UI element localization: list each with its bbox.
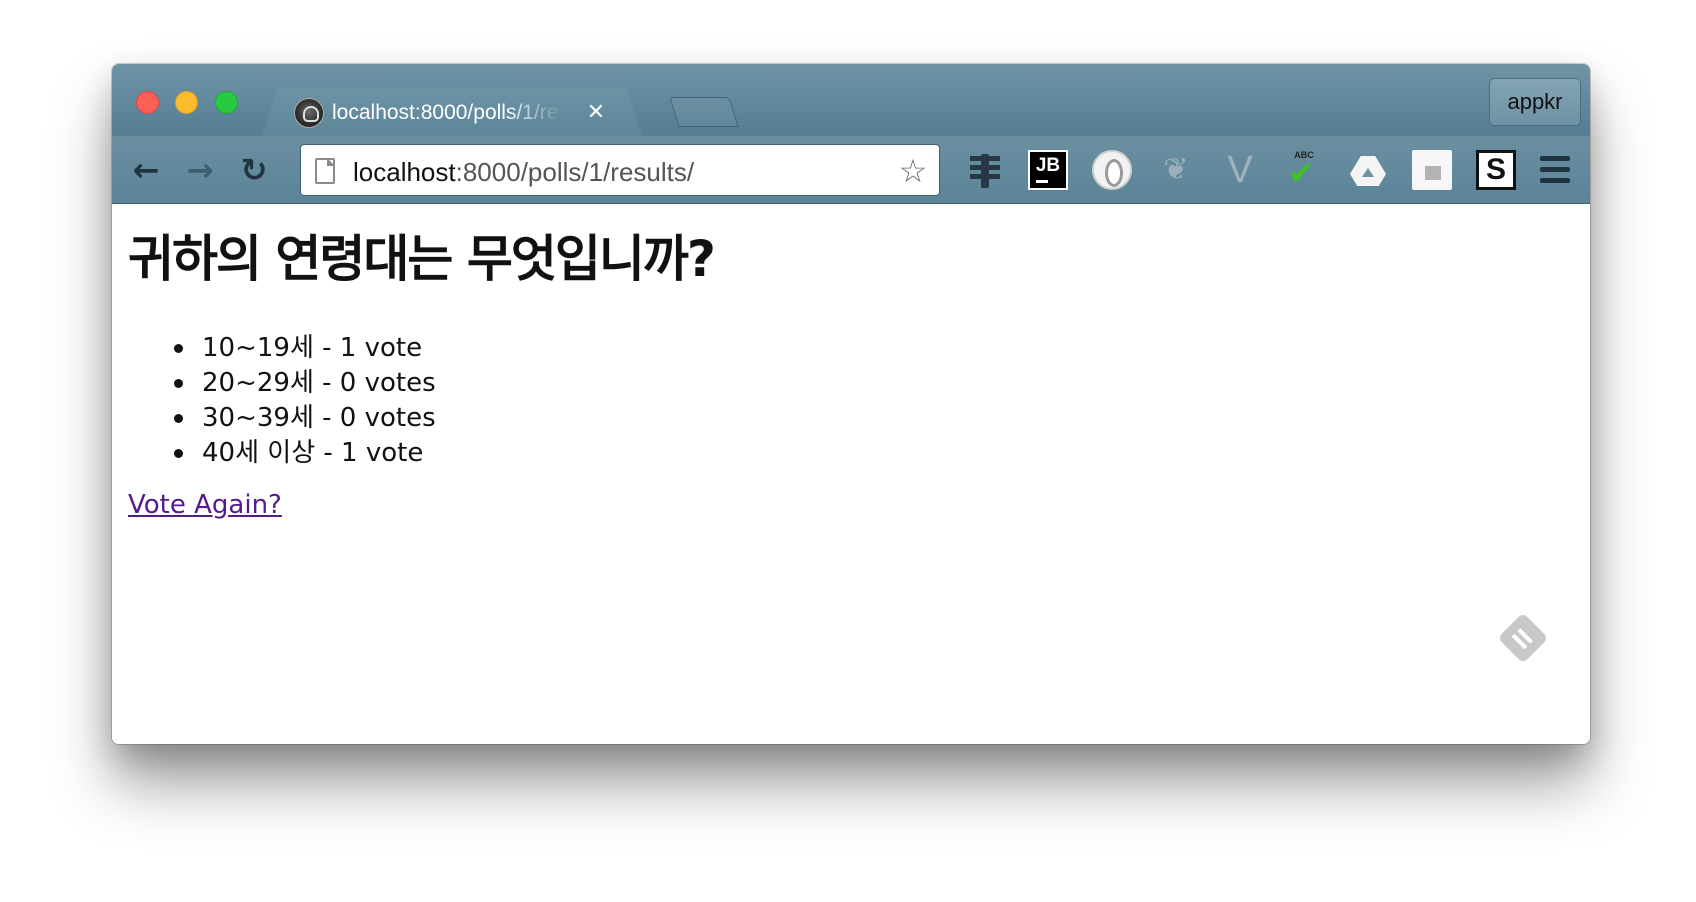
google-drive-icon[interactable] bbox=[1348, 150, 1388, 190]
toolbar: ← → ↻ localhost:8000/polls/1/results/ ☆ … bbox=[112, 136, 1590, 204]
choice-result: 40세 이상 - 1 vote bbox=[202, 438, 424, 468]
jetbrains-icon[interactable]: JB bbox=[1028, 150, 1068, 190]
traffic-light-icon[interactable] bbox=[964, 150, 1004, 190]
bullet-icon bbox=[174, 449, 183, 458]
vue-icon[interactable]: V bbox=[1220, 150, 1260, 190]
choice-result: 20~29세 - 0 votes bbox=[202, 368, 436, 398]
s-icon[interactable]: S bbox=[1476, 150, 1516, 190]
tab-close-icon[interactable]: ✕ bbox=[584, 98, 608, 126]
choice-result: 30~39세 - 0 votes bbox=[202, 403, 436, 433]
menu-icon[interactable] bbox=[1540, 156, 1570, 184]
page-content: 귀하의 연령대는 무엇입니까? 10~19세 - 1 vote 20~29세 -… bbox=[112, 205, 1590, 744]
site-favicon-icon bbox=[294, 98, 324, 128]
bullet-icon bbox=[174, 379, 183, 388]
address-url[interactable]: localhost:8000/polls/1/results/ bbox=[353, 157, 694, 188]
page-icon bbox=[315, 158, 335, 184]
list-item: 10~19세 - 1 vote bbox=[174, 331, 436, 366]
bullet-icon bbox=[174, 344, 183, 353]
list-item: 30~39세 - 0 votes bbox=[174, 401, 436, 436]
tab-active[interactable]: localhost:8000/polls/1/results/ ✕ bbox=[262, 88, 642, 136]
bookmark-star-icon[interactable]: ☆ bbox=[895, 153, 931, 189]
new-tab-button[interactable] bbox=[669, 97, 739, 127]
bullet-icon bbox=[174, 414, 183, 423]
browser-window: localhost:8000/polls/1/results/ ✕ appkr … bbox=[112, 64, 1590, 744]
blank-extension-icon[interactable] bbox=[1412, 150, 1452, 190]
minimize-window-button[interactable] bbox=[175, 91, 198, 114]
back-arrow-icon[interactable]: ← bbox=[124, 150, 168, 190]
tab-title: localhost:8000/polls/1/results/ bbox=[332, 101, 559, 124]
spellcheck-icon[interactable]: ABC ✔ bbox=[1284, 150, 1324, 190]
address-bar[interactable]: localhost:8000/polls/1/results/ ☆ bbox=[300, 144, 940, 196]
close-window-button[interactable] bbox=[136, 91, 159, 114]
list-item: 20~29세 - 0 votes bbox=[174, 366, 436, 401]
forward-arrow-icon[interactable]: → bbox=[178, 150, 222, 190]
results-list: 10~19세 - 1 vote 20~29세 - 0 votes 30~39세 … bbox=[174, 331, 436, 471]
list-item: 40세 이상 - 1 vote bbox=[174, 436, 436, 471]
reload-icon[interactable]: ↻ bbox=[232, 150, 276, 190]
url-path: :8000/polls/1/results/ bbox=[455, 157, 695, 187]
feedly-icon[interactable] bbox=[1497, 612, 1549, 664]
zoom-window-button[interactable] bbox=[215, 91, 238, 114]
feather-icon[interactable]: ❦ bbox=[1156, 150, 1196, 190]
tab-strip: localhost:8000/polls/1/results/ ✕ appkr bbox=[112, 64, 1590, 136]
poll-question: 귀하의 연령대는 무엇입니까? bbox=[128, 230, 716, 288]
profile-button[interactable]: appkr bbox=[1489, 78, 1581, 126]
vote-again-link[interactable]: Vote Again? bbox=[128, 490, 282, 520]
choice-result: 10~19세 - 1 vote bbox=[202, 333, 423, 363]
opera-icon[interactable] bbox=[1092, 150, 1132, 190]
url-host: localhost bbox=[353, 157, 456, 187]
